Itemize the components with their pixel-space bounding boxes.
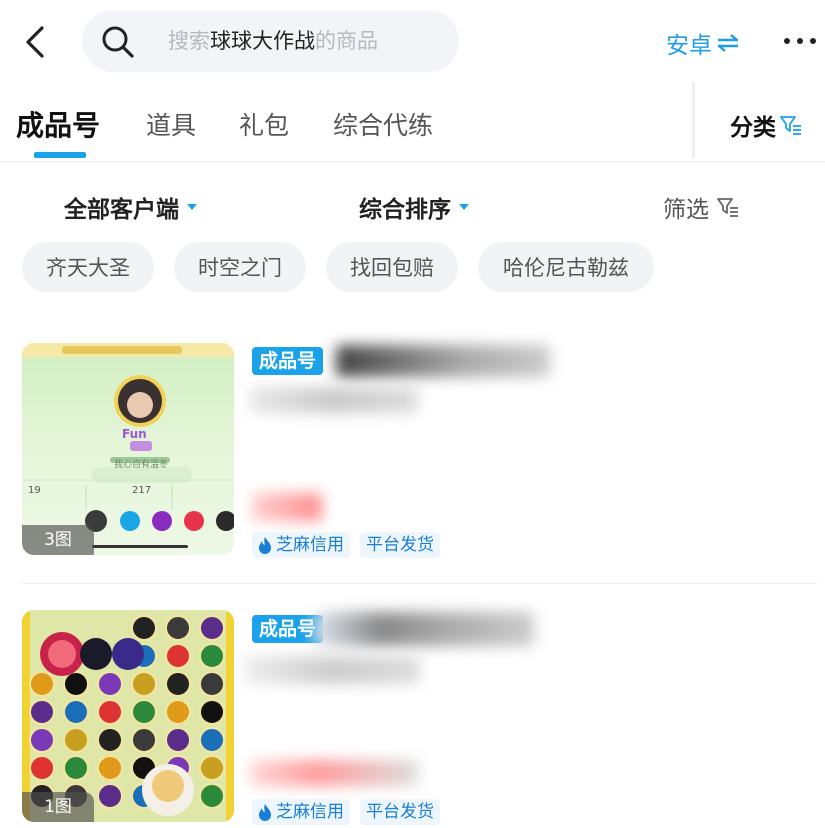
active-tab-indicator: [34, 152, 86, 158]
listing-card[interactable]: Fun 我心自有温冬 19 217 3图 成品号 芝麻信用 平台发货: [0, 343, 825, 573]
flame-icon: [259, 804, 271, 821]
search-bar[interactable]: 搜索球球大作战的商品: [82, 10, 459, 72]
tab-finished-account[interactable]: 成品号: [16, 104, 100, 144]
platform-switch-button[interactable]: 安卓: [666, 26, 740, 60]
classify-button[interactable]: 分类: [730, 108, 802, 142]
listing-type-badge: 成品号: [252, 347, 324, 375]
search-icon: [102, 26, 134, 58]
platform-label: 安卓: [666, 33, 712, 59]
redacted-title: [336, 345, 550, 377]
client-filter[interactable]: 全部客户端: [64, 190, 197, 224]
top-bar: 搜索球球大作战的商品 安卓: [0, 0, 825, 82]
listing-tags: 芝麻信用 平台发货: [252, 799, 440, 825]
redacted-subtitle: [244, 656, 420, 684]
more-options-icon[interactable]: [782, 26, 818, 56]
image-count-badge: 1图: [22, 792, 94, 822]
tag-sesame-credit: 芝麻信用: [252, 799, 350, 825]
quick-filter-chips: 齐天大圣 时空之门 找回包赔 哈伦尼古勒兹: [0, 242, 825, 294]
thumb-bio: 我心自有温冬: [114, 460, 169, 470]
image-count-badge: 3图: [22, 525, 94, 555]
thumb-nickname: Fun: [122, 427, 147, 441]
redacted-price: [250, 760, 418, 786]
listing-type-badge: 成品号: [252, 615, 324, 643]
redacted-price: [252, 493, 322, 521]
collection-screenshot-image: [22, 610, 234, 822]
filter-bar: 全部客户端 综合排序 筛选: [0, 162, 825, 242]
listing-thumbnail: Fun 我心自有温冬 19 217 3图: [22, 343, 234, 555]
tab-items[interactable]: 道具: [146, 106, 196, 142]
thumb-stat-fans: 217: [132, 485, 152, 496]
chip-halunnigulezi[interactable]: 哈伦尼古勒兹: [478, 242, 654, 292]
listing-tags: 芝麻信用 平台发货: [252, 532, 440, 558]
redacted-title: [314, 612, 534, 646]
screen-filter-label: 筛选: [663, 197, 709, 223]
search-placeholder: 搜索球球大作战的商品: [168, 29, 378, 53]
divider: [22, 583, 817, 584]
switch-arrows-icon: [717, 34, 739, 52]
chip-qitian-dasheng[interactable]: 齐天大圣: [22, 242, 154, 292]
tab-divider: [692, 82, 695, 158]
caret-down-icon: [459, 204, 469, 210]
screen-filter[interactable]: 筛选: [663, 190, 739, 224]
classify-label: 分类: [730, 115, 776, 141]
sort-filter[interactable]: 综合排序: [359, 190, 469, 224]
redacted-subtitle: [250, 387, 418, 413]
client-filter-label: 全部客户端: [64, 197, 179, 223]
sort-filter-label: 综合排序: [359, 197, 451, 223]
tag-platform-delivery: 平台发货: [360, 532, 440, 558]
tag-platform-delivery: 平台发货: [360, 799, 440, 825]
chip-time-gate[interactable]: 时空之门: [174, 242, 306, 292]
listing-card[interactable]: 1图 成品号 芝麻信用 平台发货: [0, 610, 825, 828]
caret-down-icon: [187, 204, 197, 210]
thumb-stat-following: 19: [28, 485, 41, 496]
filter-icon: [780, 116, 801, 135]
tag-sesame-credit: 芝麻信用: [252, 532, 350, 558]
category-tabs: 成品号 道具 礼包 综合代练 分类: [0, 82, 825, 162]
back-arrow-icon[interactable]: [18, 24, 54, 60]
tab-boosting[interactable]: 综合代练: [333, 106, 433, 142]
filter-icon: [717, 198, 738, 217]
tab-gift-packs[interactable]: 礼包: [239, 106, 289, 142]
chip-recovery-guarantee[interactable]: 找回包赔: [326, 242, 458, 292]
listing-thumbnail: 1图: [22, 610, 234, 822]
profile-screenshot-image: [22, 343, 234, 548]
flame-icon: [259, 537, 271, 554]
